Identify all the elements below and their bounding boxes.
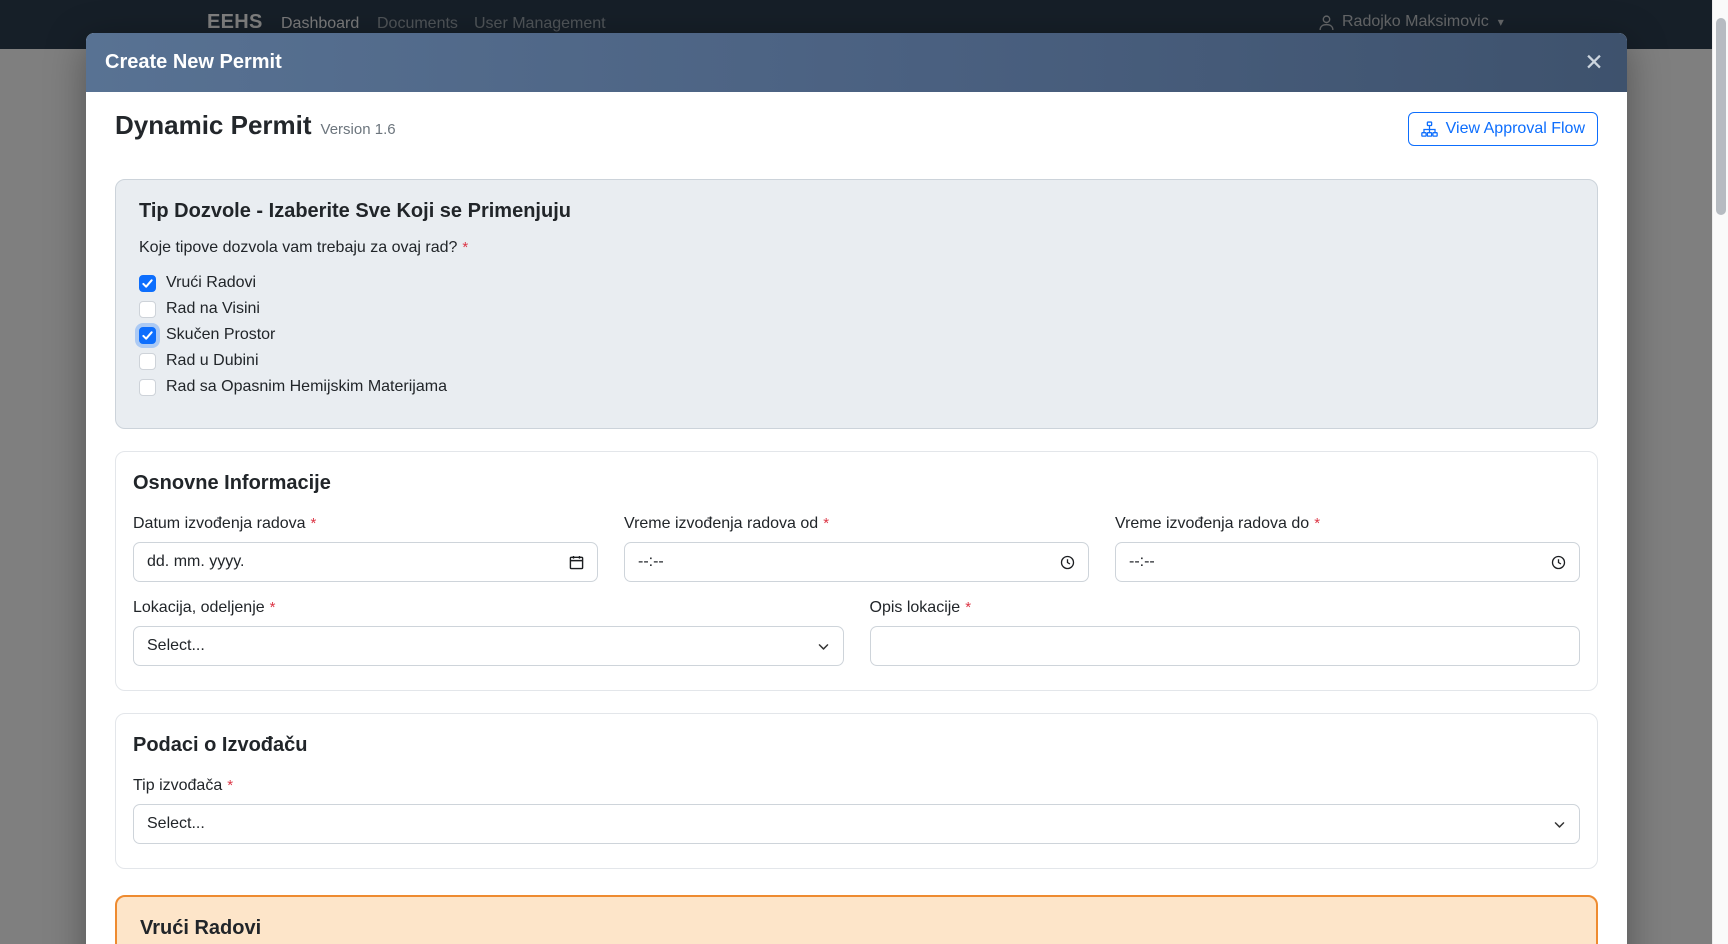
- time-to-field-group: Vreme izvođenja radova do * --:--: [1115, 515, 1580, 582]
- checkbox-label[interactable]: Rad sa Opasnim Hemijskim Materijama: [166, 378, 447, 396]
- permit-type-option-confined-space: Skučen Prostor: [139, 322, 1574, 348]
- form-title: Dynamic Permit: [115, 110, 312, 140]
- required-marker: *: [462, 239, 469, 256]
- chevron-down-icon: [1554, 821, 1565, 828]
- required-marker: *: [227, 777, 234, 794]
- modal-header: Create New Permit ✕: [86, 33, 1627, 92]
- screen: EEHS Dashboard Documents User Management…: [0, 0, 1728, 944]
- permit-types-question: Koje tipove dozvola vam trebaju za ovaj …: [139, 239, 469, 256]
- date-field-group: Datum izvođenja radova * dd. mm. yyyy.: [133, 515, 598, 582]
- contractor-type-field-group: Tip izvođača * Select...: [133, 777, 1580, 844]
- checkbox-height-work[interactable]: [139, 300, 156, 318]
- time-from-input[interactable]: --:--: [624, 542, 1089, 582]
- basic-info-title: Osnovne Informacije: [133, 472, 331, 494]
- time-from-field-group: Vreme izvođenja radova od * --:--: [624, 515, 1089, 582]
- contractor-type-label: Tip izvođača *: [133, 777, 234, 794]
- clock-icon: [1551, 555, 1566, 569]
- location-desc-field-group: Opis lokacije *: [869, 599, 1580, 666]
- required-marker: *: [310, 515, 317, 532]
- permit-type-option-chemical-work: Rad sa Opasnim Hemijskim Materijama: [139, 374, 1574, 400]
- diagram-icon: [1420, 120, 1438, 137]
- checkbox-label[interactable]: Vrući Radovi: [166, 274, 256, 292]
- location-desc-input[interactable]: [869, 626, 1580, 666]
- contractor-type-select[interactable]: Select...: [133, 804, 1580, 844]
- date-input[interactable]: dd. mm. yyyy.: [133, 542, 598, 582]
- chevron-down-icon: [818, 643, 828, 650]
- date-label: Datum izvođenja radova *: [133, 515, 317, 532]
- location-select[interactable]: Select...: [133, 626, 844, 666]
- checkbox-hot-work[interactable]: [139, 274, 156, 292]
- location-label: Lokacija, odeljenje *: [133, 599, 276, 616]
- checkbox-label[interactable]: Rad u Dubini: [166, 352, 259, 370]
- hot-work-title: Vrući Radovi: [140, 917, 262, 939]
- required-marker: *: [1314, 515, 1321, 532]
- permit-types-section: Tip Dozvole - Izaberite Sve Koji se Prim…: [115, 179, 1598, 429]
- hot-work-section: Vrući Radovi: [115, 895, 1598, 944]
- modal-body: Dynamic Permit Version 1.6 View Approval…: [86, 92, 1627, 944]
- location-field-group: Lokacija, odeljenje * Select...: [133, 599, 844, 666]
- permit-type-option-hot-work: Vrući Radovi: [139, 270, 1574, 296]
- time-to-label: Vreme izvođenja radova do *: [1115, 515, 1321, 532]
- checkbox-label[interactable]: Skučen Prostor: [166, 326, 275, 344]
- scrollbar-track[interactable]: [1712, 0, 1728, 944]
- basic-info-section: Osnovne Informacije Datum izvođenja rado…: [115, 451, 1598, 691]
- permit-types-title: Tip Dozvole - Izaberite Sve Koji se Prim…: [139, 200, 571, 222]
- checkbox-depth-work[interactable]: [139, 352, 156, 370]
- scrollbar-thumb[interactable]: [1716, 18, 1726, 215]
- calendar-icon: [569, 555, 584, 569]
- time-to-input[interactable]: --:--: [1115, 542, 1580, 582]
- contractor-title: Podaci o Izvođaču: [133, 734, 308, 756]
- close-icon[interactable]: ✕: [1577, 46, 1611, 80]
- create-permit-modal: Create New Permit ✕ Dynamic Permit Versi…: [86, 33, 1627, 944]
- permit-type-option-depth-work: Rad u Dubini: [139, 348, 1574, 374]
- modal-title: Create New Permit: [105, 51, 282, 73]
- required-marker: *: [269, 599, 276, 616]
- required-marker: *: [965, 599, 972, 616]
- time-from-label: Vreme izvođenja radova od *: [624, 515, 830, 532]
- clock-icon: [1060, 555, 1075, 569]
- view-approval-flow-button[interactable]: View Approval Flow: [1407, 112, 1598, 146]
- checkbox-label[interactable]: Rad na Visini: [166, 300, 260, 318]
- checkbox-confined-space[interactable]: [139, 326, 156, 344]
- contractor-section: Podaci o Izvođaču Tip izvođača * Select..…: [115, 713, 1598, 869]
- location-desc-label: Opis lokacije *: [869, 599, 972, 616]
- form-version: Version 1.6: [320, 121, 396, 138]
- required-marker: *: [823, 515, 830, 532]
- checkbox-chemical-work[interactable]: [139, 378, 156, 396]
- permit-type-option-height-work: Rad na Visini: [139, 296, 1574, 322]
